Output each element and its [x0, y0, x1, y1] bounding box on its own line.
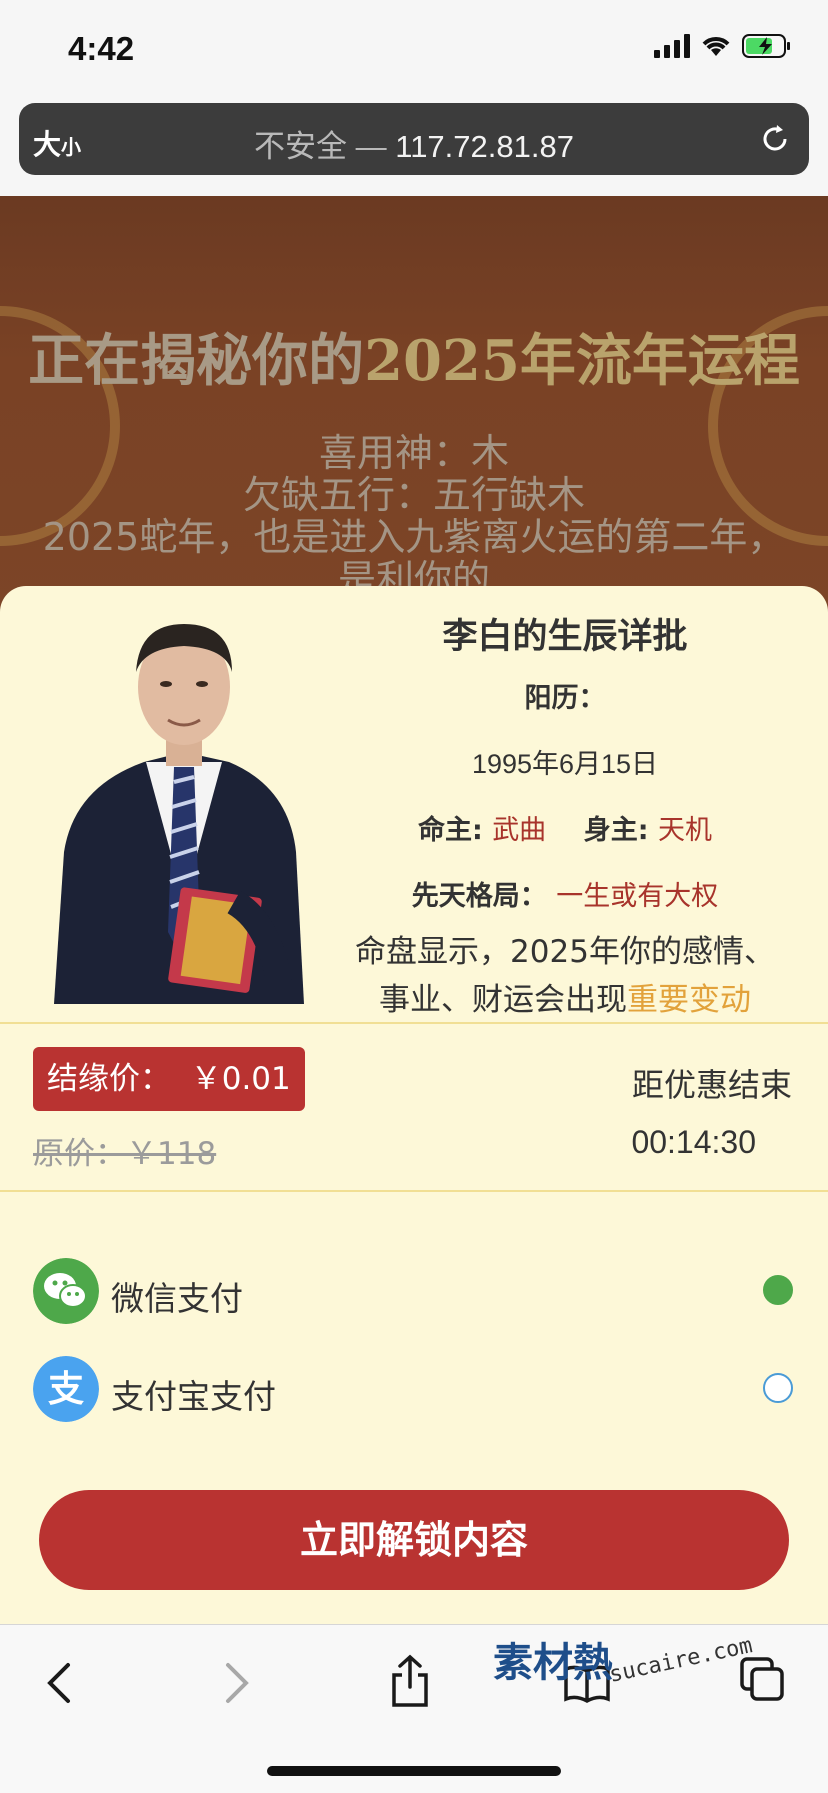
geju-row: 先天格局： 一生或有大权	[340, 874, 790, 913]
hero-line-xiyongshen: 喜用神：木	[318, 431, 509, 475]
divider	[0, 1190, 828, 1192]
battery-charging-icon	[742, 34, 790, 58]
insecure-label: 不安全	[254, 129, 348, 164]
status-icons	[654, 34, 792, 58]
watermark-site: sucaire.com	[606, 1633, 755, 1688]
alipay-icon: 支	[33, 1356, 99, 1422]
hero-line-wuxing: 欠缺五行：五行缺木	[242, 473, 585, 517]
url-separator: —	[347, 129, 396, 164]
alipay-label: 支付宝支付	[111, 1377, 276, 1416]
hero-banner: 正在揭秘你的2025年流年运程 喜用神：木 欠缺五行：五行缺木 2025蛇年，也…	[0, 196, 828, 616]
watermark: 素材熱 sucaire.com	[493, 1630, 755, 1700]
wifi-icon	[702, 37, 730, 56]
share-icon[interactable]	[388, 1653, 432, 1709]
status-bar: 4:42	[0, 0, 828, 98]
geju-label: 先天格局：	[411, 881, 547, 912]
countdown-timer: 00:14:30	[631, 1124, 756, 1160]
clock: 4:42	[68, 30, 135, 67]
payment-sheet: 李白的生辰详批 阳历： 1995年6月15日 命主: 武曲 身主: 天机 先天格…	[0, 586, 828, 1792]
geju-value: 一生或有大权	[556, 881, 719, 912]
deal-price-badge: 结缘价： ￥0.01	[33, 1047, 305, 1111]
payment-option-wechat[interactable]: 微信支付	[33, 1258, 793, 1326]
hero-title-year: 2025年流年运程	[364, 328, 800, 394]
url-display[interactable]: 不安全 — 117.72.81.87	[19, 121, 809, 166]
detail-summary: 命盘显示，2025年你的感情、 事业、财运会出现重要变动	[340, 928, 790, 1024]
forward-icon[interactable]	[222, 1661, 252, 1705]
mingzhu-label: 命主:	[417, 815, 483, 846]
wechat-pay-label: 微信支付	[111, 1279, 243, 1318]
ming-shen-row: 命主: 武曲 身主: 天机	[340, 808, 790, 847]
unlock-content-button[interactable]: 立即解锁内容	[39, 1490, 789, 1590]
shenzhu-value: 天机	[658, 815, 713, 846]
hero-line-year: 2025蛇年，也是进入九紫离火运的第二年，	[42, 515, 786, 559]
shenzhu-label: 身主:	[583, 815, 649, 846]
detail-title: 李白的生辰详批	[442, 617, 688, 657]
url-host: 117.72.81.87	[395, 129, 574, 164]
summary-line-1: 命盘显示，2025年你的感情、	[355, 934, 775, 970]
original-price: 原价：￥118	[33, 1136, 217, 1172]
address-bar[interactable]: 大小 不安全 — 117.72.81.87	[19, 103, 809, 175]
divider	[0, 1022, 828, 1024]
hero-title: 正在揭秘你的2025年流年运程	[0, 316, 828, 397]
solar-calendar-label: 阳历：	[524, 683, 606, 714]
summary-line-2-text: 事业、财运会出现	[379, 982, 627, 1018]
wechat-pay-icon	[33, 1258, 99, 1324]
birth-date: 1995年6月15日	[471, 749, 659, 779]
summary-highlight: 重要变动	[627, 982, 751, 1018]
countdown-label: 距优惠结束	[631, 1066, 792, 1104]
svg-text:支: 支	[48, 1369, 84, 1410]
reload-icon[interactable]	[759, 123, 791, 155]
hero-info: 喜用神：木 欠缺五行：五行缺木 2025蛇年，也是进入九紫离火运的第二年， 是利…	[0, 432, 828, 600]
back-icon[interactable]	[44, 1661, 74, 1705]
master-portrait-image	[34, 602, 334, 1004]
mingzhu-value: 武曲	[492, 815, 547, 846]
deal-price-value: ￥0.01	[190, 1061, 291, 1097]
alipay-radio[interactable]	[763, 1373, 793, 1403]
deal-price-label: 结缘价：	[47, 1061, 171, 1097]
summary-line-2: 事业、财运会出现重要变动	[340, 976, 790, 1024]
hero-title-prefix: 正在揭秘你的	[28, 328, 365, 394]
watermark-logo: 素材熱	[493, 1639, 613, 1686]
wechat-pay-radio[interactable]	[763, 1275, 793, 1305]
cellular-signal-icon	[654, 34, 690, 58]
payment-option-alipay[interactable]: 支 支付宝支付	[33, 1356, 793, 1424]
home-indicator[interactable]	[267, 1766, 561, 1776]
